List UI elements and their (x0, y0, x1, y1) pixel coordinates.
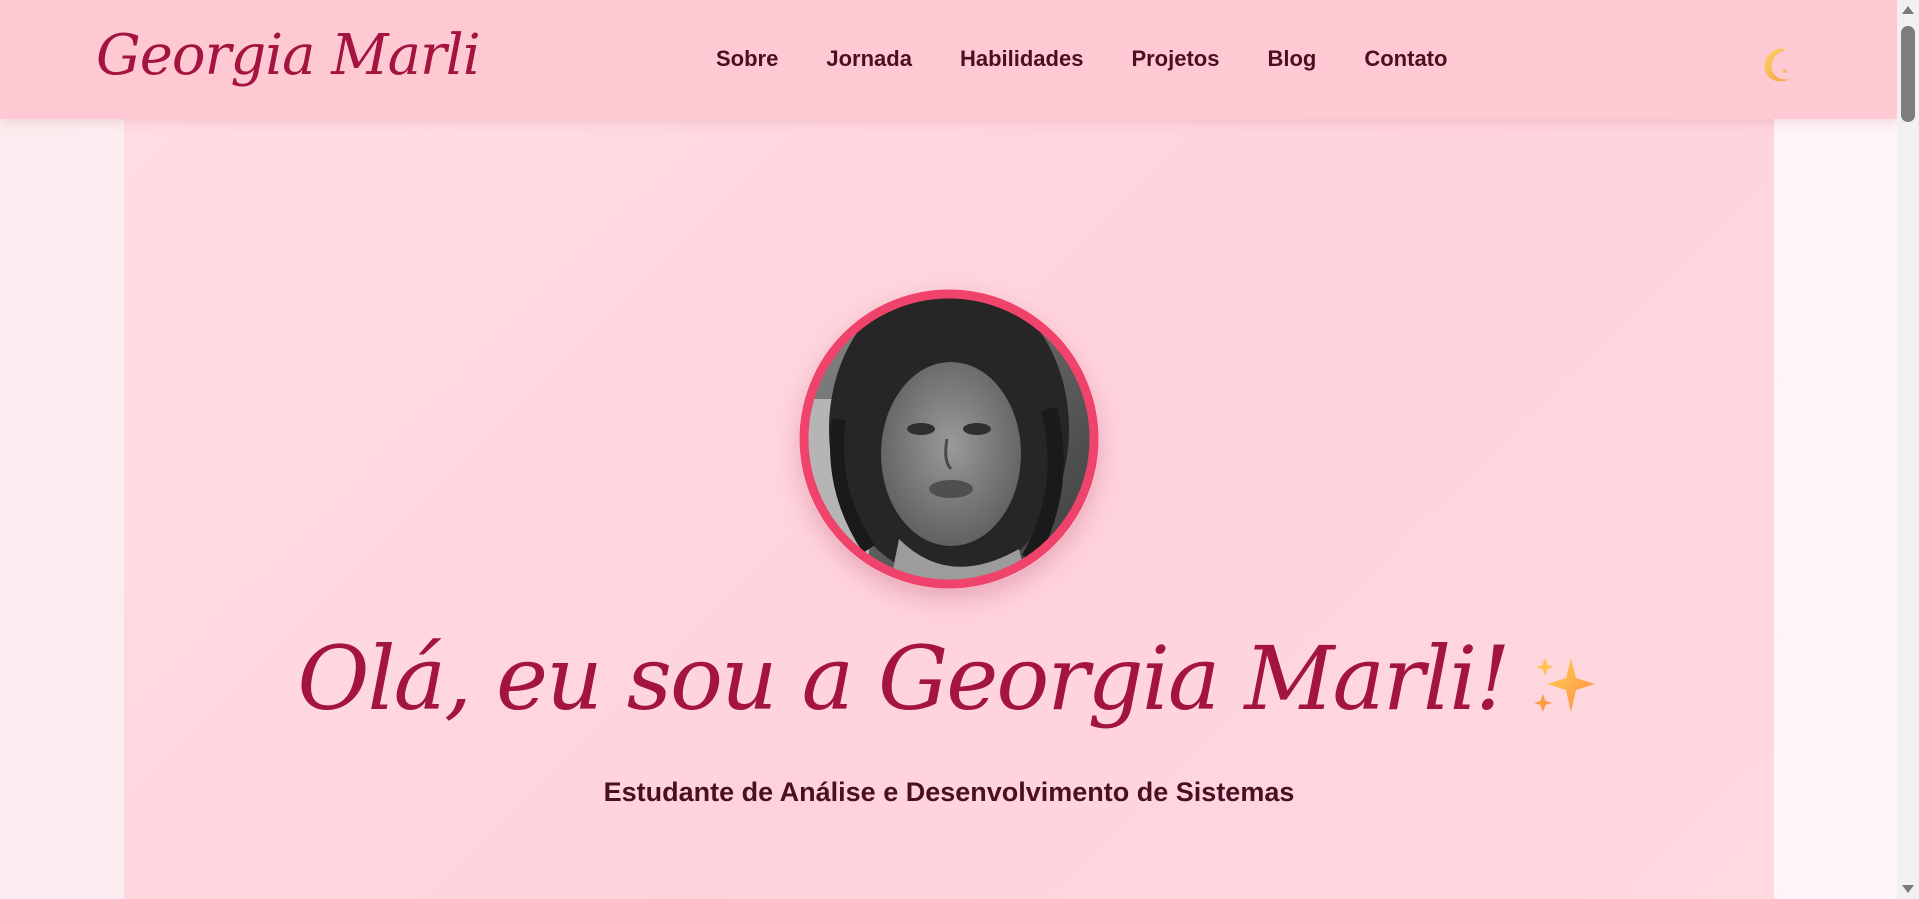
scroll-up-icon[interactable] (1902, 6, 1914, 14)
hero-title: Olá, eu sou a Georgia Marli! (124, 619, 1774, 739)
crescent-moon-icon (1764, 48, 1789, 82)
hero-section: Olá, eu sou a Georgia Marli! Estudante d… (124, 119, 1774, 899)
vertical-scrollbar[interactable] (1897, 0, 1919, 899)
nav-link-sobre[interactable]: Sobre (716, 46, 778, 71)
theme-toggle-button[interactable] (1758, 44, 1800, 86)
nav-link-contato[interactable]: Contato (1364, 46, 1447, 71)
main-nav: Sobre Jornada Habilidades Projetos Blog … (716, 44, 1447, 74)
hero-title-text: Olá, eu sou a Georgia Marli! (297, 627, 1510, 730)
profile-avatar (799, 289, 1099, 589)
nav-link-habilidades[interactable]: Habilidades (960, 46, 1083, 71)
site-header: Georgia Marli Sobre Jornada Habilidades … (0, 0, 1897, 119)
site-logo[interactable]: Georgia Marli (96, 20, 481, 92)
scroll-down-icon[interactable] (1902, 885, 1914, 893)
nav-link-blog[interactable]: Blog (1267, 46, 1316, 71)
hero-subtitle: Estudante de Análise e Desenvolvimento d… (603, 777, 1295, 807)
nav-link-projetos[interactable]: Projetos (1131, 46, 1219, 71)
page: Georgia Marli Sobre Jornada Habilidades … (0, 0, 1919, 899)
scroll-thumb[interactable] (1901, 26, 1915, 122)
sparkles-icon (1533, 658, 1595, 713)
nav-link-jornada[interactable]: Jornada (826, 46, 912, 71)
